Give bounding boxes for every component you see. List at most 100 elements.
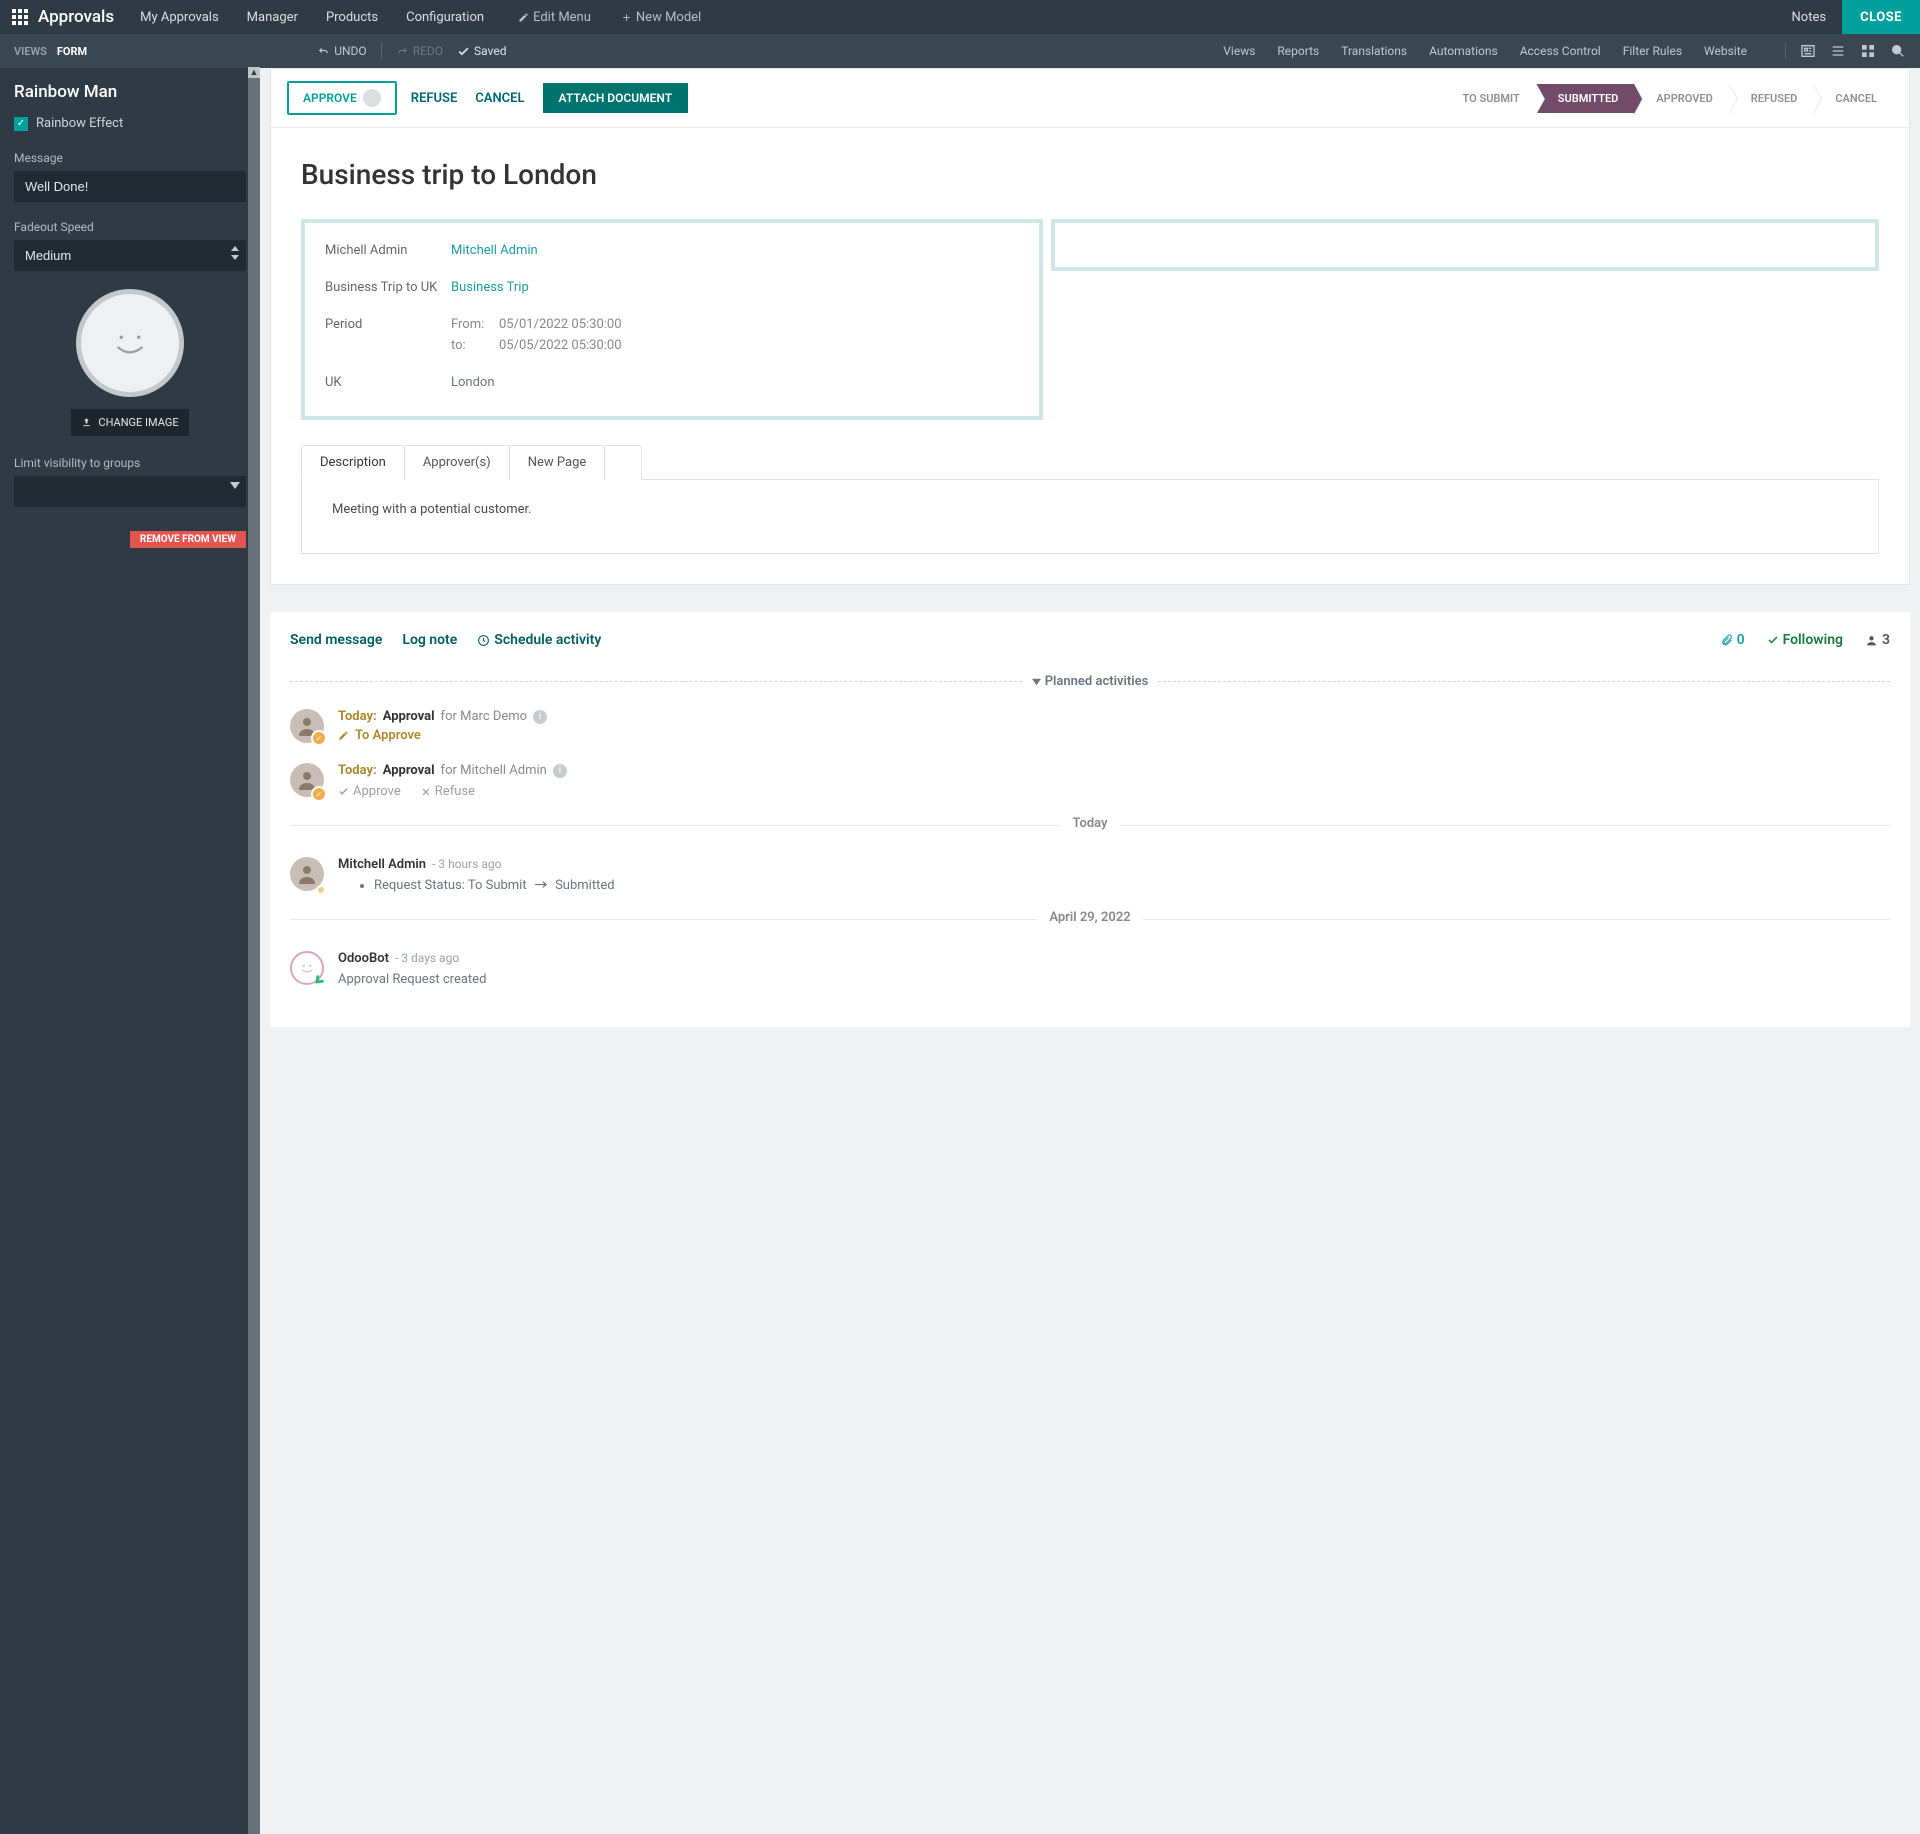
message-author[interactable]: Mitchell Admin (338, 857, 426, 872)
info-icon[interactable]: i (553, 764, 567, 778)
tb-automations[interactable]: Automations (1429, 44, 1498, 58)
views-label: VIEWS (14, 45, 47, 58)
fields-group-right[interactable] (1051, 219, 1879, 271)
field-period-label: Period (325, 317, 451, 353)
rainbow-effect-checkbox[interactable]: ✓ Rainbow Effect (14, 116, 246, 131)
info-icon[interactable]: i (533, 710, 547, 724)
fadeout-label: Fadeout Speed (14, 220, 246, 234)
field-category-value[interactable]: Business Trip (451, 280, 529, 295)
limit-visibility-select[interactable] (14, 476, 246, 507)
tb-reports[interactable]: Reports (1277, 44, 1319, 58)
menu-configuration[interactable]: Configuration (406, 10, 484, 25)
tb-views[interactable]: Views (1223, 44, 1255, 58)
status-submitted[interactable]: SUBMITTED (1536, 84, 1635, 113)
period-to-label: to: (451, 338, 499, 353)
field-location-label: UK (325, 375, 451, 390)
sidebar-scrollbar[interactable]: ▲ (248, 68, 260, 1834)
log-note-button[interactable]: Log note (402, 632, 457, 648)
notes-link[interactable]: Notes (1776, 10, 1843, 25)
presence-away-icon (316, 885, 326, 895)
status-approved[interactable]: APPROVED (1634, 84, 1728, 113)
tb-translations[interactable]: Translations (1341, 44, 1407, 58)
to-approve-link[interactable]: To Approve (338, 728, 547, 743)
user-icon (1865, 634, 1878, 647)
redo-button[interactable]: REDO (396, 44, 443, 58)
period-from-label: From: (451, 317, 499, 332)
message-text-pre: Request Status: To Submit (374, 878, 527, 893)
activity-badge-icon: ✓ (311, 786, 327, 802)
following-button[interactable]: Following (1767, 632, 1843, 648)
menu-manager[interactable]: Manager (247, 10, 298, 25)
activity-refuse-button[interactable]: Refuse (421, 784, 475, 799)
form-label[interactable]: FORM (57, 45, 87, 58)
refuse-button[interactable]: REFUSE (411, 91, 458, 106)
app-brand[interactable]: Approvals (38, 7, 114, 27)
tb-website[interactable]: Website (1704, 44, 1747, 58)
new-model-button[interactable]: New Model (621, 10, 701, 25)
apps-icon[interactable] (12, 9, 28, 25)
remove-from-view-button[interactable]: REMOVE FROM VIEW (130, 531, 246, 548)
approver-avatar-icon (363, 89, 381, 107)
period-from-value[interactable]: 05/01/2022 05:30:00 (499, 317, 622, 332)
paperclip-icon (1720, 634, 1733, 647)
activity-assignee: for Mitchell Admin (441, 763, 547, 778)
field-owner-value[interactable]: Mitchell Admin (451, 243, 538, 258)
topbar: Approvals My Approvals Manager Products … (0, 0, 1920, 34)
list-icon[interactable] (1830, 43, 1846, 59)
edit-menu-button[interactable]: Edit Menu (518, 10, 591, 25)
activity-item: ✓ Today: Approval for Mitchell Admin i A… (290, 763, 1890, 799)
sidebar-title: Rainbow Man (14, 82, 246, 102)
message-item: OdooBot - 3 days ago Approval Request cr… (290, 951, 1890, 987)
top-menu: My Approvals Manager Products Configurat… (140, 10, 484, 25)
new-model-label: New Model (636, 10, 701, 25)
studio-toolbar: VIEWS FORM UNDO REDO Saved Views Reports… (0, 34, 1920, 68)
message-input[interactable] (14, 171, 246, 202)
tab-add-button[interactable] (604, 445, 642, 480)
rainbow-image (76, 289, 184, 397)
attachments-count[interactable]: 0 (1720, 632, 1745, 648)
activity-date: Today: (338, 763, 377, 778)
menu-products[interactable]: Products (326, 10, 378, 25)
pencil-icon (338, 730, 349, 741)
followers-count[interactable]: 3 (1865, 632, 1890, 648)
chatter: Send message Log note Schedule activity … (270, 611, 1910, 1027)
search-icon[interactable] (1890, 43, 1906, 59)
tb-access-control[interactable]: Access Control (1520, 44, 1601, 58)
menu-my-approvals[interactable]: My Approvals (140, 10, 219, 25)
tab-approvers[interactable]: Approver(s) (404, 445, 510, 480)
tab-description[interactable]: Description (301, 445, 405, 480)
tab-new-page[interactable]: New Page (509, 445, 606, 480)
undo-button[interactable]: UNDO (317, 44, 366, 58)
status-cancel[interactable]: CANCEL (1813, 84, 1893, 113)
message-author[interactable]: OdooBot (338, 951, 389, 966)
planned-activities-separator[interactable]: Planned activities (290, 674, 1890, 689)
record-tabs: Description Approver(s) New Page (301, 444, 1879, 480)
fields-group-left[interactable]: Michell Admin Mitchell Admin Business Tr… (301, 219, 1043, 420)
cancel-button[interactable]: CANCEL (475, 91, 524, 106)
field-location-value[interactable]: London (451, 375, 495, 390)
send-message-button[interactable]: Send message (290, 632, 382, 648)
date-separator: April 29, 2022 (290, 919, 1890, 935)
tb-filter-rules[interactable]: Filter Rules (1623, 44, 1682, 58)
activity-assignee: for Marc Demo (441, 709, 528, 724)
contact-icon[interactable] (1800, 43, 1816, 59)
approve-button[interactable]: APPROVE (287, 81, 397, 115)
status-refused[interactable]: REFUSED (1729, 84, 1814, 113)
attach-document-button[interactable]: ATTACH DOCUMENT (543, 83, 689, 113)
pencil-icon (518, 12, 529, 23)
tab-content-description[interactable]: Meeting with a potential customer. (301, 480, 1879, 554)
limit-visibility-label: Limit visibility to groups (14, 456, 246, 470)
odoobot-avatar (290, 951, 324, 985)
schedule-activity-button[interactable]: Schedule activity (477, 632, 601, 648)
message-item: Mitchell Admin - 3 hours ago Request Sta… (290, 857, 1890, 893)
fadeout-select[interactable] (14, 240, 246, 271)
close-button[interactable]: CLOSE (1842, 0, 1920, 34)
kanban-icon[interactable] (1860, 43, 1876, 59)
period-to-value[interactable]: 05/05/2022 05:30:00 (499, 338, 622, 353)
activity-approve-button[interactable]: Approve (338, 784, 401, 799)
activity-item: ✓ Today: Approval for Marc Demo i To App… (290, 709, 1890, 743)
message-time: - 3 days ago (395, 951, 459, 965)
change-image-button[interactable]: CHANGE IMAGE (71, 409, 188, 436)
status-to-submit[interactable]: TO SUBMIT (1441, 84, 1536, 113)
record-title[interactable]: Business trip to London (301, 158, 1879, 191)
